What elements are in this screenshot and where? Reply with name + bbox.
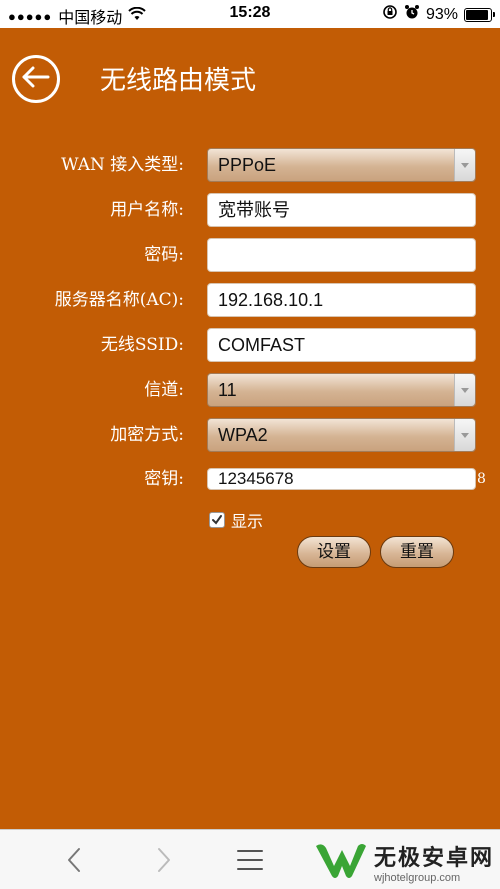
nav-forward-icon[interactable] (148, 845, 178, 875)
alarm-icon (404, 4, 420, 25)
server-name-input[interactable]: 192.168.10.1 (207, 283, 476, 317)
battery-icon (464, 7, 495, 22)
back-arrow-icon (21, 66, 51, 92)
username-row: 用户名称: 宽带账号 (0, 193, 500, 227)
chevron-down-icon (454, 419, 475, 451)
show-key-label: 显示 (231, 512, 264, 531)
menu-icon[interactable] (235, 845, 265, 875)
watermark-logo-icon (312, 840, 368, 884)
key-row: 密钥: 12345678 8 (0, 468, 500, 490)
key-label: 密钥: (144, 469, 184, 489)
ssid-row: 无线SSID: COMFAST (0, 328, 500, 362)
key-input[interactable]: 12345678 (207, 468, 476, 490)
app-screen: 无线路由模式 WAN 接入类型: PPPoE 用户名称: 宽带账号 密码: 服务… (0, 28, 500, 829)
show-key-toggle[interactable]: 显示 (209, 508, 263, 532)
rotation-lock-icon (382, 4, 398, 25)
ssid-input[interactable]: COMFAST (207, 328, 476, 362)
password-row: 密码: (0, 238, 500, 272)
key-overflow-text: 8 (477, 471, 486, 487)
channel-label: 信道: (144, 380, 184, 400)
encryption-value: WPA2 (218, 425, 268, 445)
page-title: 无线路由模式 (100, 66, 257, 96)
back-button[interactable] (12, 55, 60, 103)
browser-toolbar: 无极安卓网 wjhotelgroup.com (0, 829, 500, 889)
wan-type-value: PPPoE (218, 155, 277, 175)
chevron-down-icon (454, 149, 475, 181)
wan-type-row: WAN 接入类型: PPPoE (0, 148, 500, 182)
channel-value: 11 (218, 380, 237, 400)
watermark: 无极安卓网 wjhotelgroup.com (312, 840, 494, 884)
nav-back-icon[interactable] (60, 845, 90, 875)
encryption-row: 加密方式: WPA2 (0, 418, 500, 452)
encryption-label: 加密方式: (110, 425, 184, 445)
status-right: 93% (382, 4, 495, 25)
reset-button[interactable]: 重置 (380, 536, 454, 568)
watermark-url: wjhotelgroup.com (374, 872, 461, 884)
ssid-label: 无线SSID: (100, 335, 184, 355)
server-name-row: 服务器名称(AC): 192.168.10.1 (0, 283, 500, 317)
password-label: 密码: (144, 245, 184, 265)
watermark-name: 无极安卓网 (374, 846, 495, 871)
username-input[interactable]: 宽带账号 (207, 193, 476, 227)
show-key-checkbox[interactable] (209, 512, 225, 528)
chevron-down-icon (454, 374, 475, 406)
password-input[interactable] (207, 238, 476, 272)
encryption-select[interactable]: WPA2 (207, 418, 476, 452)
status-bar: ●●●●● 中国移动 15:28 93% (0, 0, 500, 28)
username-label: 用户名称: (110, 200, 184, 220)
server-name-label: 服务器名称(AC): (54, 290, 184, 310)
wan-type-label: WAN 接入类型: (61, 155, 184, 175)
battery-percent: 93% (425, 5, 458, 23)
watermark-text: 无极安卓网 wjhotelgroup.com (374, 840, 494, 884)
channel-select[interactable]: 11 (207, 373, 476, 407)
wan-type-select[interactable]: PPPoE (207, 148, 476, 182)
set-button[interactable]: 设置 (297, 536, 371, 568)
checkmark-icon (212, 515, 222, 525)
channel-row: 信道: 11 (0, 373, 500, 407)
